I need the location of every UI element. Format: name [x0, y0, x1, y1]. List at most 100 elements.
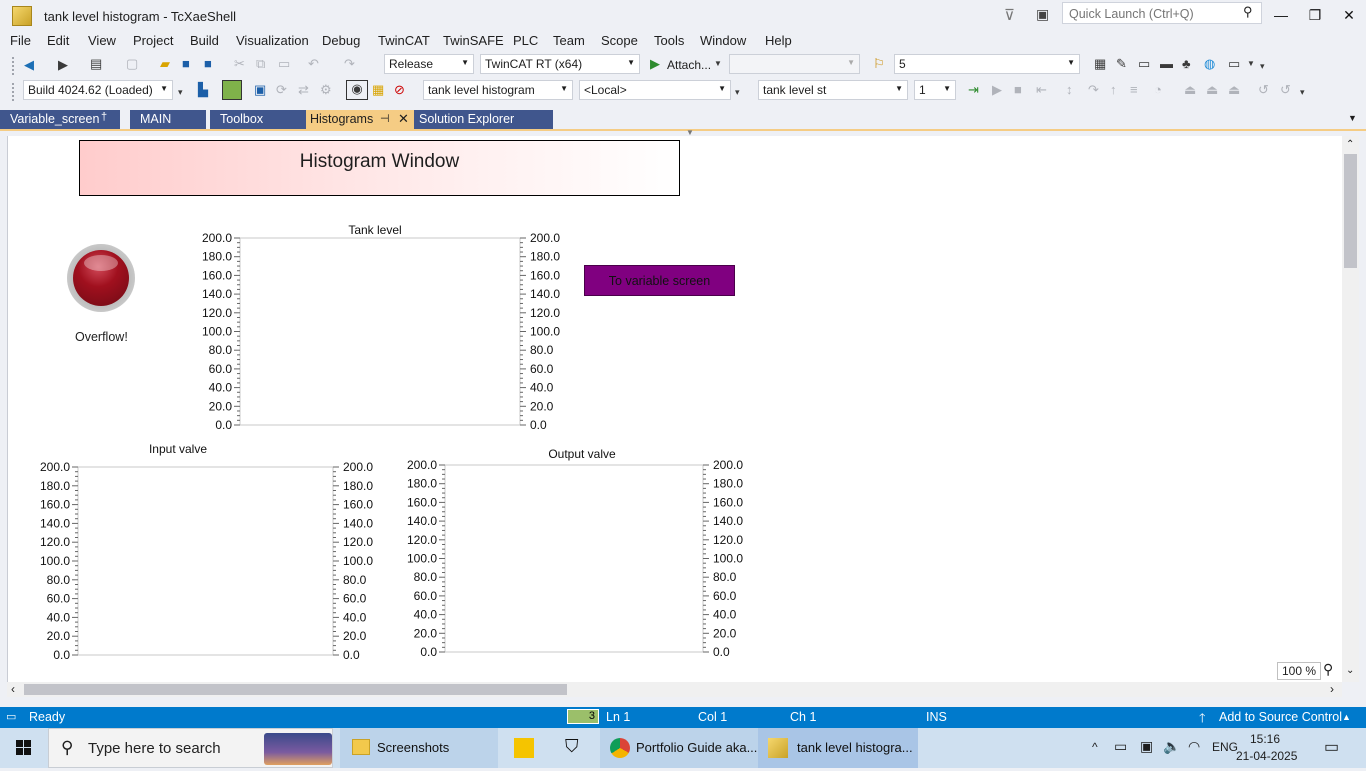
- start-icon[interactable]: ▶: [992, 82, 1002, 98]
- forward-icon[interactable]: ▶: [58, 57, 68, 73]
- menu-plc[interactable]: PLC: [513, 33, 538, 48]
- visualization-select[interactable]: tank level histogram ▼: [423, 80, 573, 100]
- pin-icon[interactable]: ⊣: [380, 112, 390, 125]
- debug-target-select[interactable]: ▼: [729, 54, 860, 74]
- write-values-icon[interactable]: ⏏: [1184, 82, 1196, 98]
- reset-icon[interactable]: ◔: [1154, 82, 1162, 97]
- swap-icon[interactable]: ⇄: [298, 82, 309, 98]
- horizontal-scroll-thumb[interactable]: [24, 684, 567, 695]
- cut-icon[interactable]: ✂: [234, 56, 245, 72]
- meet-now-icon[interactable]: ▣: [1140, 738, 1153, 755]
- toolbar-grip[interactable]: [12, 57, 17, 75]
- copy-icon[interactable]: ⧉: [256, 56, 265, 72]
- toolbar-options-icon[interactable]: ▾: [1260, 61, 1265, 72]
- tray-overflow-icon[interactable]: ^: [1092, 740, 1098, 754]
- release-force-icon[interactable]: ⏏: [1228, 82, 1240, 98]
- online-change-icon[interactable]: ↺: [1258, 82, 1269, 98]
- network-icon[interactable]: ▦: [372, 82, 384, 98]
- logout-icon[interactable]: ⇤: [1036, 82, 1047, 98]
- instance-number-select[interactable]: 1 ▼: [914, 80, 956, 100]
- volume-icon[interactable]: 🔈: [1163, 738, 1180, 755]
- menu-visualization[interactable]: Visualization: [236, 33, 309, 48]
- stop-icon[interactable]: ■: [1014, 82, 1022, 97]
- refresh-icon[interactable]: ⟳: [276, 82, 287, 98]
- tab-toolbox[interactable]: Toolbox: [210, 110, 306, 129]
- start-button[interactable]: [0, 728, 48, 768]
- add-to-source-control[interactable]: Add to Source Control: [1219, 710, 1342, 724]
- browser-icon[interactable]: ◍: [1204, 56, 1215, 72]
- scroll-left-icon[interactable]: ‹: [11, 682, 15, 696]
- save-all-icon[interactable]: ■: [204, 56, 212, 71]
- redo-icon[interactable]: ↷: [344, 56, 355, 72]
- restore-button[interactable]: ❐: [1298, 4, 1332, 26]
- taskbar-search[interactable]: ⚲ Type here to search: [48, 728, 333, 768]
- app-icon[interactable]: [12, 6, 32, 26]
- paste-icon[interactable]: ▭: [278, 56, 290, 72]
- menu-scope[interactable]: Scope: [601, 33, 638, 48]
- breakpoints-icon[interactable]: ≡: [1130, 82, 1138, 97]
- toolbar-grip[interactable]: [12, 83, 17, 101]
- back-icon[interactable]: ◀: [24, 57, 34, 73]
- taskbar-item-chrome[interactable]: Portfolio Guide aka...: [600, 728, 758, 768]
- minimize-button[interactable]: —: [1264, 4, 1298, 26]
- wrench-icon[interactable]: ✎: [1116, 56, 1127, 72]
- taskbar-item-tcxaeshell[interactable]: tank level histogra...: [758, 728, 918, 768]
- solution-icon[interactable]: ▦: [1094, 56, 1106, 72]
- menu-file[interactable]: File: [10, 33, 31, 48]
- tab-main[interactable]: MAIN: [130, 110, 206, 129]
- force-values-icon[interactable]: ⏏: [1206, 82, 1218, 98]
- disconnect-icon[interactable]: ⊘: [394, 82, 405, 98]
- menu-build[interactable]: Build: [190, 33, 219, 48]
- chevron-up-icon[interactable]: ▲: [1342, 712, 1351, 722]
- platform-select[interactable]: TwinCAT RT (x64) ▼: [480, 54, 640, 74]
- add-item-icon[interactable]: ▢: [126, 56, 138, 72]
- command-window-icon[interactable]: ▭: [1228, 56, 1240, 72]
- build-select[interactable]: Build 4024.62 (Loaded) ▼: [23, 80, 173, 100]
- tab-solution-explorer[interactable]: Solution Explorer: [414, 110, 553, 129]
- menu-team[interactable]: Team: [553, 33, 585, 48]
- wifi-icon[interactable]: ◠: [1188, 738, 1200, 755]
- vertical-scroll-thumb[interactable]: [1344, 154, 1357, 268]
- tab-histograms[interactable]: Histograms ⊣ ✕: [306, 110, 414, 129]
- undo-icon[interactable]: ↶: [308, 56, 319, 72]
- language-indicator[interactable]: ENG: [1212, 740, 1238, 754]
- menu-twinsafe[interactable]: TwinSAFE: [443, 33, 504, 48]
- notification-filter-icon[interactable]: ⊽: [1004, 6, 1015, 24]
- pin-icon[interactable]: †: [101, 111, 107, 123]
- quick-launch-input[interactable]: [1067, 4, 1239, 24]
- clock-time[interactable]: 15:16: [1250, 732, 1280, 746]
- menu-window[interactable]: Window: [700, 33, 746, 48]
- output-icon[interactable]: ▭: [6, 710, 16, 723]
- team-icon[interactable]: ♣: [1182, 56, 1191, 71]
- tab-variable-screen[interactable]: Variable_screen †: [0, 110, 120, 129]
- status-badge[interactable]: 3: [567, 709, 599, 724]
- menu-view[interactable]: View: [88, 33, 116, 48]
- login-icon[interactable]: ⇥: [968, 82, 979, 98]
- menu-twincat[interactable]: TwinCAT: [378, 33, 430, 48]
- menu-project[interactable]: Project: [133, 33, 173, 48]
- scroll-down-icon[interactable]: ⌄: [1346, 665, 1354, 676]
- scan-icon[interactable]: ◉: [346, 80, 368, 100]
- close-button[interactable]: ✕: [1332, 4, 1366, 26]
- settings-icon[interactable]: ⚙: [320, 82, 332, 98]
- menu-help[interactable]: Help: [765, 33, 792, 48]
- step-over-icon[interactable]: ↷: [1088, 82, 1099, 98]
- play-icon[interactable]: ▶: [650, 56, 660, 72]
- to-variable-screen-button[interactable]: To variable screen: [584, 265, 735, 296]
- configuration-select[interactable]: Release ▼: [384, 54, 474, 74]
- clock-date[interactable]: 21-04-2025: [1236, 749, 1297, 763]
- feedback-icon[interactable]: ▣: [1036, 6, 1049, 23]
- scroll-right-icon[interactable]: ›: [1330, 682, 1334, 696]
- toolbar-options-icon[interactable]: ▾: [1300, 87, 1305, 98]
- scroll-up-icon[interactable]: ⌃: [1346, 139, 1354, 150]
- search-icon[interactable]: ⚲: [1243, 4, 1253, 20]
- close-tab-icon[interactable]: ✕: [398, 111, 409, 127]
- tab-overflow-icon[interactable]: ▼: [1348, 113, 1357, 123]
- open-folder-icon[interactable]: ▰: [160, 56, 170, 72]
- window-icon[interactable]: ▭: [1138, 56, 1150, 72]
- step-out-icon[interactable]: ↑: [1110, 82, 1117, 97]
- new-project-icon[interactable]: ▤: [90, 56, 102, 72]
- toolbox-icon[interactable]: ▬: [1160, 56, 1173, 71]
- zoom-icon[interactable]: ⚲: [1323, 661, 1333, 678]
- taskbar-item-sticky-notes[interactable]: [503, 728, 543, 768]
